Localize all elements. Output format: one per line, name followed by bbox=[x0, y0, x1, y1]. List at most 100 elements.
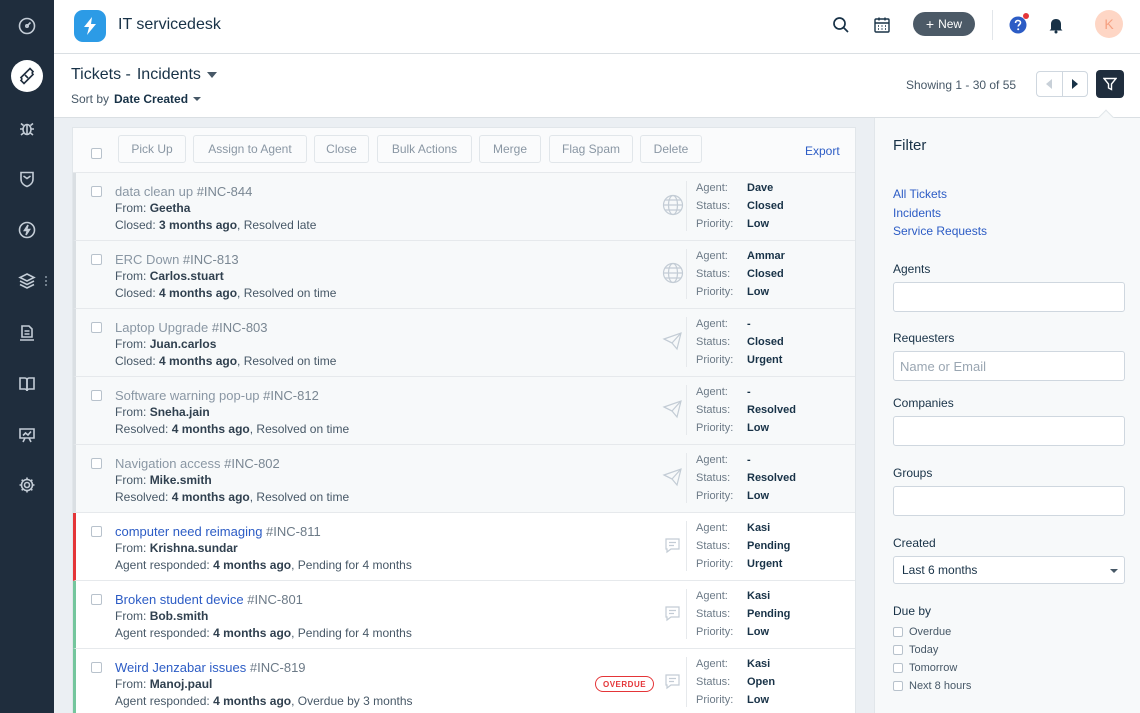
ticket-row[interactable]: Navigation access #INC-802 From: Mike.sm… bbox=[73, 445, 855, 513]
merge-button[interactable]: Merge bbox=[479, 135, 541, 163]
flag-spam-button[interactable]: Flag Spam bbox=[549, 135, 633, 163]
help-button[interactable] bbox=[1007, 13, 1029, 36]
ticket-checkbox[interactable] bbox=[91, 186, 102, 197]
ticket-subject[interactable]: computer need reimaging bbox=[115, 524, 262, 539]
ticket-subject-link[interactable]: Navigation access #INC-802 bbox=[115, 456, 280, 471]
status-value[interactable]: Pending bbox=[747, 537, 790, 555]
delete-button[interactable]: Delete bbox=[640, 135, 702, 163]
companies-field[interactable] bbox=[893, 416, 1125, 446]
view-selector[interactable]: Tickets - Incidents bbox=[71, 66, 217, 84]
dueby-option-tomorrow[interactable]: Tomorrow bbox=[893, 662, 957, 674]
agent-value[interactable]: Kasi bbox=[747, 587, 770, 605]
nav-releases[interactable] bbox=[0, 212, 54, 248]
priority-value[interactable]: Low bbox=[747, 419, 769, 437]
nav-admin[interactable] bbox=[0, 467, 54, 503]
dueby-option-today[interactable]: Today bbox=[893, 644, 938, 656]
ticket-row[interactable]: data clean up #INC-844 From: Geetha Clos… bbox=[73, 173, 855, 241]
requester-name[interactable]: Krishna.sundar bbox=[150, 541, 238, 555]
status-value[interactable]: Closed bbox=[747, 333, 784, 351]
filter-link-all-tickets[interactable]: All Tickets bbox=[893, 187, 947, 201]
nav-more-dots[interactable] bbox=[45, 276, 48, 288]
ticket-checkbox[interactable] bbox=[91, 594, 102, 605]
agent-value[interactable]: - bbox=[747, 315, 751, 333]
agent-value[interactable]: - bbox=[747, 383, 751, 401]
status-value[interactable]: Closed bbox=[747, 197, 784, 215]
priority-value[interactable]: Low bbox=[747, 215, 769, 233]
ticket-subject[interactable]: Broken student device bbox=[115, 592, 244, 607]
next-page-button[interactable] bbox=[1063, 72, 1088, 96]
priority-value[interactable]: Low bbox=[747, 691, 769, 709]
avatar[interactable]: K bbox=[1095, 10, 1123, 38]
agent-value[interactable]: Ammar bbox=[747, 247, 785, 265]
notifications-button[interactable] bbox=[1045, 14, 1067, 36]
bulk-actions-button[interactable]: Bulk Actions bbox=[377, 135, 472, 163]
ticket-subject-link[interactable]: Laptop Upgrade #INC-803 bbox=[115, 320, 268, 335]
status-value[interactable]: Resolved bbox=[747, 401, 796, 419]
ticket-checkbox[interactable] bbox=[91, 390, 102, 401]
ticket-subject[interactable]: data clean up bbox=[115, 184, 193, 199]
agent-value[interactable]: Dave bbox=[747, 179, 773, 197]
ticket-checkbox[interactable] bbox=[91, 662, 102, 673]
nav-changes[interactable] bbox=[0, 161, 54, 197]
ticket-checkbox[interactable] bbox=[91, 254, 102, 265]
ticket-subject[interactable]: Laptop Upgrade bbox=[115, 320, 208, 335]
ticket-subject[interactable]: Software warning pop-up bbox=[115, 388, 260, 403]
nav-dashboard[interactable] bbox=[0, 8, 54, 44]
ticket-subject-link[interactable]: computer need reimaging #INC-811 bbox=[115, 524, 321, 539]
ticket-row[interactable]: Laptop Upgrade #INC-803 From: Juan.carlo… bbox=[73, 309, 855, 377]
checkbox[interactable] bbox=[893, 627, 903, 637]
ticket-checkbox[interactable] bbox=[91, 322, 102, 333]
filter-link-service-requests[interactable]: Service Requests bbox=[893, 224, 987, 238]
groups-field[interactable] bbox=[893, 486, 1125, 516]
ticket-subject-link[interactable]: Software warning pop-up #INC-812 bbox=[115, 388, 319, 403]
ticket-row[interactable]: ERC Down #INC-813 From: Carlos.stuart Cl… bbox=[73, 241, 855, 309]
nav-solutions[interactable] bbox=[0, 366, 54, 402]
ticket-subject-link[interactable]: ERC Down #INC-813 bbox=[115, 252, 239, 267]
nav-tickets[interactable] bbox=[0, 58, 54, 94]
ticket-row[interactable]: Software warning pop-up #INC-812 From: S… bbox=[73, 377, 855, 445]
app-logo[interactable] bbox=[74, 10, 106, 42]
ticket-row[interactable]: computer need reimaging #INC-811 From: K… bbox=[73, 513, 855, 581]
ticket-subject-link[interactable]: Weird Jenzabar issues #INC-819 bbox=[115, 660, 306, 675]
requester-name[interactable]: Sneha.jain bbox=[150, 405, 210, 419]
checkbox[interactable] bbox=[893, 681, 903, 691]
nav-reports[interactable] bbox=[0, 417, 54, 453]
new-button[interactable]: + New bbox=[913, 12, 975, 36]
export-link[interactable]: Export bbox=[805, 144, 840, 158]
dueby-option-next-8-hours[interactable]: Next 8 hours bbox=[893, 680, 971, 692]
ticket-subject[interactable]: Navigation access bbox=[115, 456, 221, 471]
ticket-subject-link[interactable]: Broken student device #INC-801 bbox=[115, 592, 303, 607]
requester-name[interactable]: Mike.smith bbox=[150, 473, 212, 487]
ticket-subject[interactable]: Weird Jenzabar issues bbox=[115, 660, 246, 675]
requester-name[interactable]: Bob.smith bbox=[150, 609, 209, 623]
checkbox[interactable] bbox=[893, 663, 903, 673]
priority-value[interactable]: Urgent bbox=[747, 351, 782, 369]
nav-problems[interactable] bbox=[0, 110, 54, 146]
status-value[interactable]: Resolved bbox=[747, 469, 796, 487]
agent-value[interactable]: - bbox=[747, 451, 751, 469]
ticket-subject[interactable]: ERC Down bbox=[115, 252, 179, 267]
status-value[interactable]: Open bbox=[747, 673, 775, 691]
ticket-row[interactable]: Weird Jenzabar issues #INC-819 From: Man… bbox=[73, 649, 855, 713]
requesters-field[interactable] bbox=[893, 351, 1125, 381]
priority-value[interactable]: Low bbox=[747, 283, 769, 301]
requester-name[interactable]: Carlos.stuart bbox=[150, 269, 224, 283]
checkbox[interactable] bbox=[893, 645, 903, 655]
ticket-checkbox[interactable] bbox=[91, 526, 102, 537]
previous-page-button[interactable] bbox=[1037, 72, 1063, 96]
priority-value[interactable]: Low bbox=[747, 487, 769, 505]
priority-value[interactable]: Low bbox=[747, 623, 769, 641]
filter-toggle-button[interactable] bbox=[1096, 70, 1124, 98]
assign-agent-button[interactable]: Assign to Agent bbox=[193, 135, 307, 163]
calendar-button[interactable] bbox=[871, 14, 893, 36]
agent-value[interactable]: Kasi bbox=[747, 519, 770, 537]
search-button[interactable] bbox=[830, 14, 852, 36]
ticket-row[interactable]: Broken student device #INC-801 From: Bob… bbox=[73, 581, 855, 649]
pick-up-button[interactable]: Pick Up bbox=[118, 135, 186, 163]
created-select[interactable]: Last 6 months bbox=[893, 556, 1125, 584]
sort-selector[interactable]: Sort by Date Created bbox=[71, 92, 202, 106]
agents-field[interactable] bbox=[893, 282, 1125, 312]
agent-value[interactable]: Kasi bbox=[747, 655, 770, 673]
priority-value[interactable]: Urgent bbox=[747, 555, 782, 573]
filter-link-incidents[interactable]: Incidents bbox=[893, 206, 941, 220]
